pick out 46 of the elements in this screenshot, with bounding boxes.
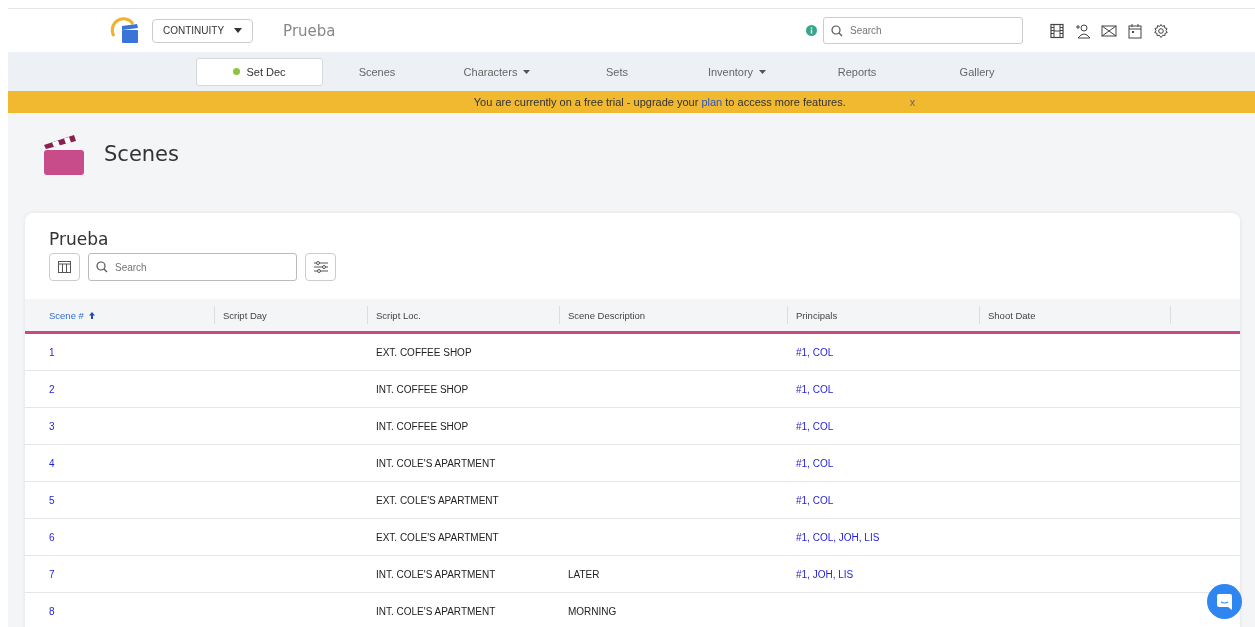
table-cell: MORNING xyxy=(568,605,617,617)
table-cell: INT. COLE'S APARTMENT xyxy=(376,457,496,469)
nav-tab[interactable]: Sets xyxy=(563,57,671,86)
table-cell: EXT. COLE'S APARTMENT xyxy=(376,494,499,506)
nav-tab[interactable]: Scenes xyxy=(323,57,431,86)
search-field[interactable]: Search xyxy=(88,253,297,281)
column-header[interactable]: Script Loc. xyxy=(368,306,560,324)
table-cell: EXT. COLE'S APARTMENT xyxy=(376,531,499,543)
column-header[interactable]: Scene # xyxy=(25,306,215,324)
search-field[interactable]: Search xyxy=(823,17,1023,44)
table-cell: LATER xyxy=(568,568,600,580)
page-title: Scenes xyxy=(104,142,179,166)
trial-message: You are currently on a free trial - upgrade your plan to access more features. xyxy=(473,96,846,108)
column-header[interactable]: Scene Description xyxy=(560,306,788,324)
principals-link[interactable]: #1, COL xyxy=(796,383,834,395)
plan-link[interactable]: plan xyxy=(701,96,723,108)
principals-link[interactable]: #1, COL xyxy=(796,494,834,506)
nav-tab[interactable]: Set Dec xyxy=(196,57,323,86)
scene-number-link[interactable]: 8 xyxy=(49,605,55,617)
scene-number-link[interactable]: 6 xyxy=(49,531,55,543)
scene-number-link[interactable]: 2 xyxy=(49,383,55,395)
principals-link[interactable]: #1, JOH, LIS xyxy=(796,568,854,580)
nav-tab[interactable]: Reports xyxy=(803,57,911,86)
column-header[interactable]: Shoot Date xyxy=(980,306,1171,324)
nav-tab[interactable]: Gallery xyxy=(923,57,1031,86)
table-cell: EXT. COFFEE SHOP xyxy=(376,346,472,358)
nav-tab[interactable]: Characters xyxy=(443,57,551,86)
column-header[interactable]: Principals xyxy=(788,306,980,324)
column-header[interactable]: Script Day xyxy=(215,306,368,324)
table-cell: INT. COLE'S APARTMENT xyxy=(376,568,496,580)
principals-link[interactable]: #1, COL xyxy=(796,420,834,432)
scene-number-link[interactable]: 1 xyxy=(49,346,55,358)
scene-number-link[interactable]: 7 xyxy=(49,568,55,580)
principals-link[interactable]: #1, COL xyxy=(796,346,834,358)
scene-number-link[interactable]: 5 xyxy=(49,494,55,506)
table-cell: INT. COLE'S APARTMENT xyxy=(376,605,496,617)
project-title: Prueba xyxy=(283,21,336,40)
table-cell: INT. COFFEE SHOP xyxy=(376,383,469,395)
scene-number-link[interactable]: 4 xyxy=(49,457,55,469)
table-cell: INT. COFFEE SHOP xyxy=(376,420,469,432)
nav-tab[interactable]: Inventory xyxy=(683,57,791,86)
scene-number-link[interactable]: 3 xyxy=(49,420,55,432)
principals-link[interactable]: #1, COL xyxy=(796,457,834,469)
card-title: Prueba xyxy=(49,229,110,249)
app-dropdown[interactable]: CONTINUITY xyxy=(152,18,254,43)
principals-link[interactable]: #1, COL, JOH, LIS xyxy=(796,531,880,543)
